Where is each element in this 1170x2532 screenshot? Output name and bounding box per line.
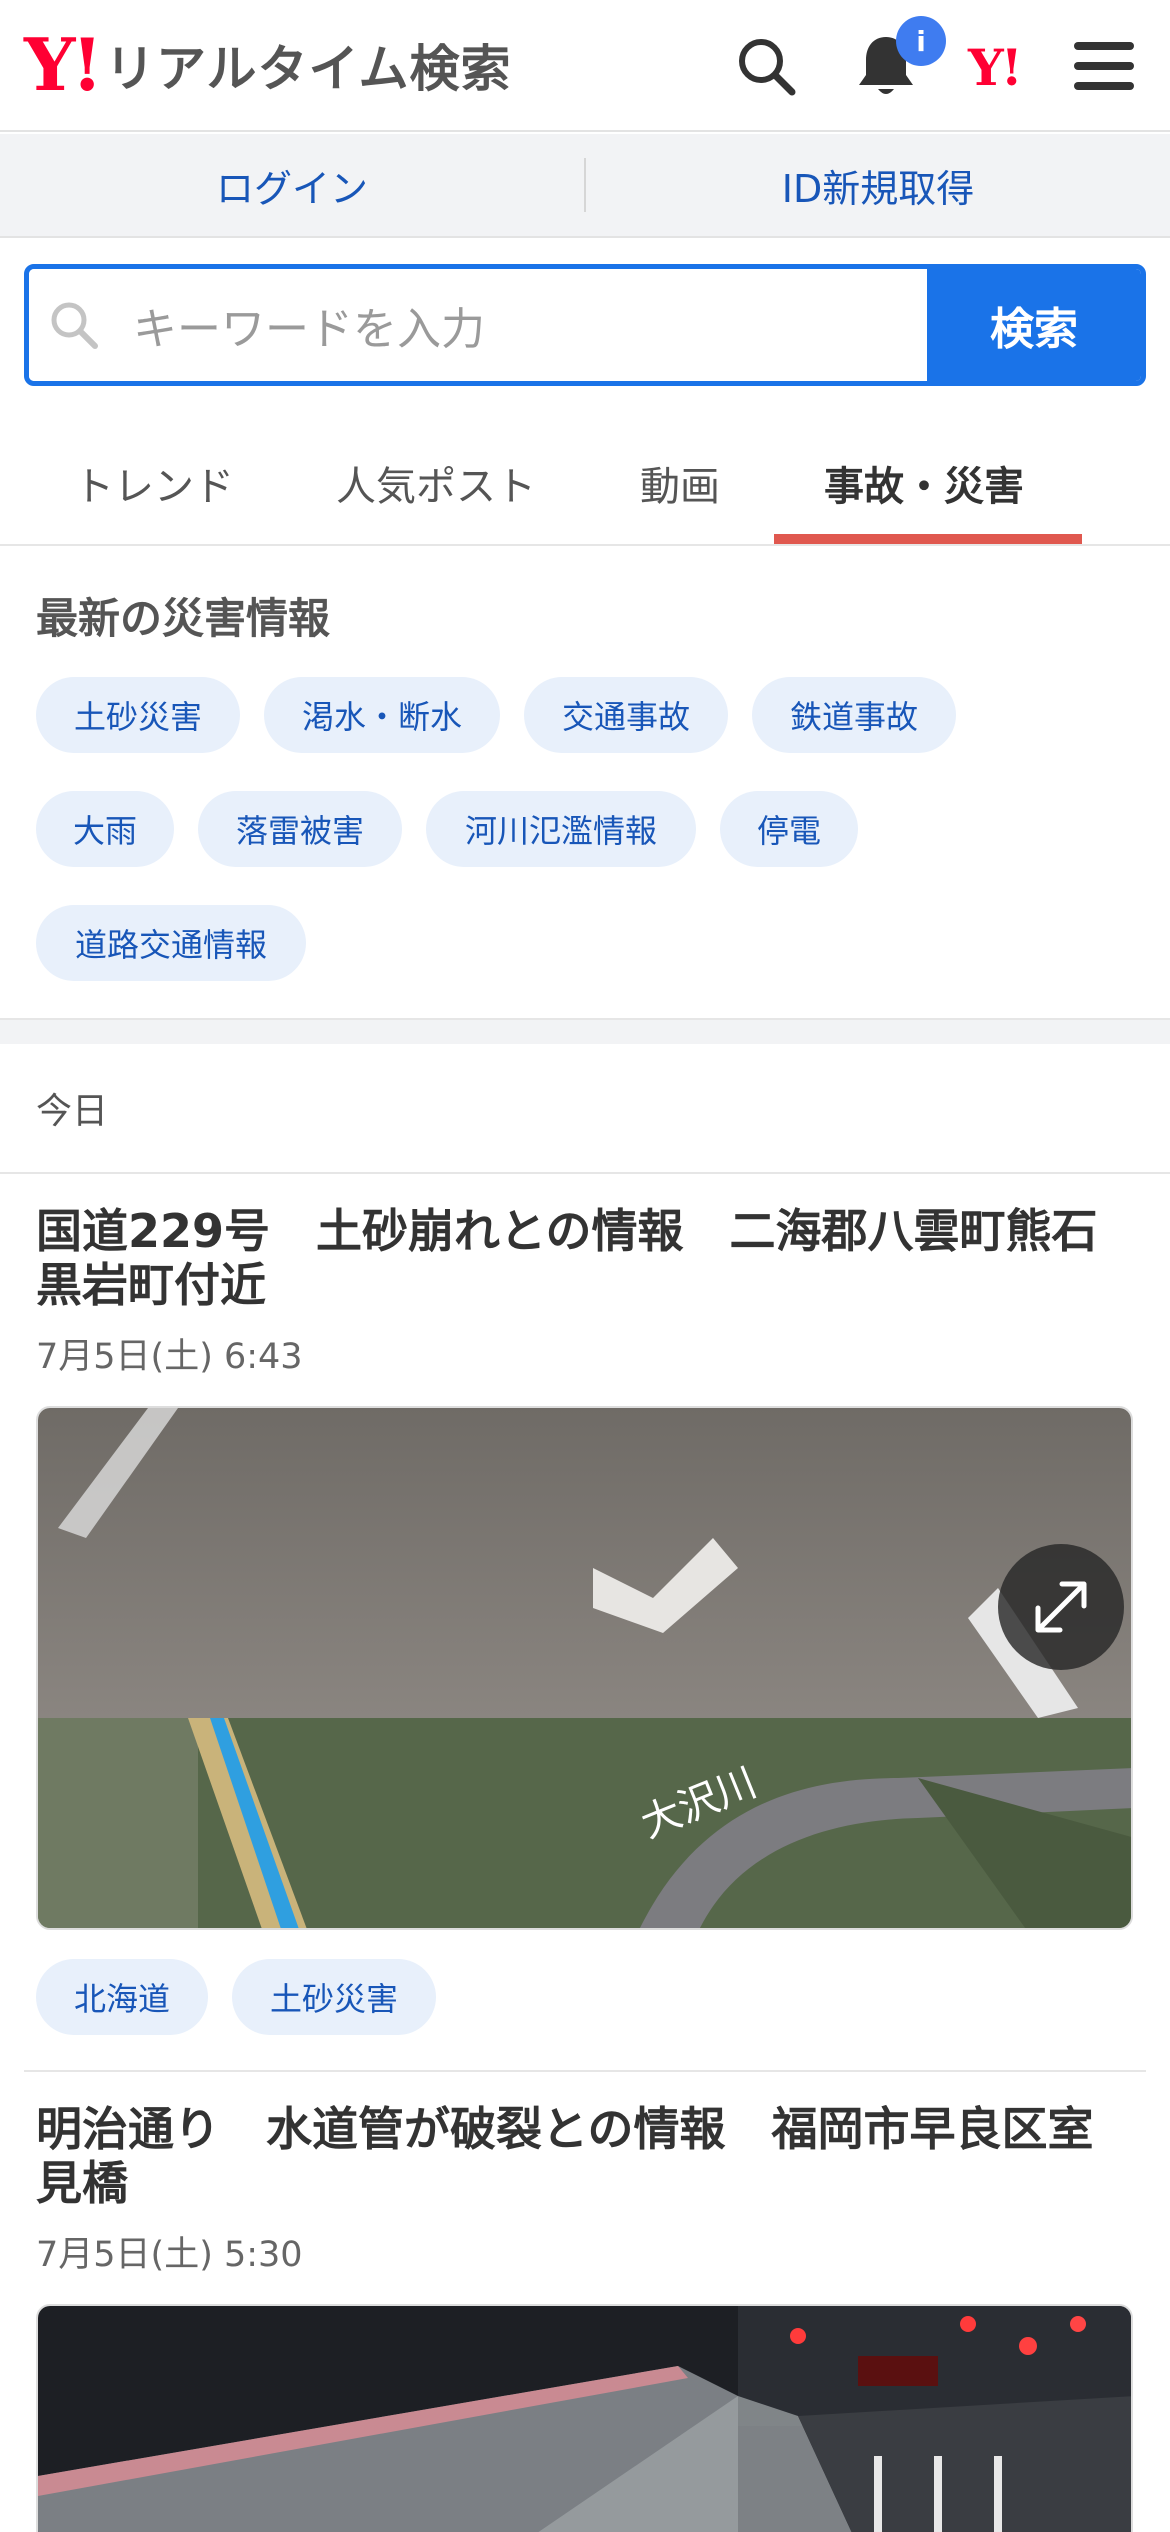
chip-power-outage[interactable]: 停電 — [720, 791, 858, 867]
article-image[interactable] — [36, 2304, 1133, 2532]
yahoo-realtime-logo[interactable]: Y! リアルタイム検索 — [24, 22, 512, 107]
tab-trend[interactable]: トレンド — [74, 420, 234, 546]
search-icon[interactable] — [730, 30, 802, 102]
tab-accident-disaster[interactable]: 事故・災害 — [824, 420, 1024, 546]
article-time: 7月5日(土) 5:30 — [36, 2235, 303, 2275]
hamburger-menu-icon[interactable] — [1068, 30, 1140, 102]
section-separator — [0, 1018, 1170, 1044]
notification-badge: i — [896, 16, 946, 66]
expand-icon[interactable] — [998, 1544, 1124, 1670]
chip-lightning[interactable]: 落雷被害 — [198, 791, 402, 867]
article-title[interactable]: 国道229号 土砂崩れとの情報 二海郡八雲町熊石黒岩町付近 — [36, 1204, 1136, 1312]
login-link[interactable]: ログイン — [0, 158, 584, 213]
disaster-section-title: 最新の災害情報 — [36, 594, 331, 643]
search-input[interactable]: キーワードを入力 — [29, 269, 927, 381]
article-time: 7月5日(土) 6:43 — [36, 1337, 303, 1377]
register-link[interactable]: ID新規取得 — [586, 158, 1170, 213]
login-bar: ログイン ID新規取得 — [0, 134, 1170, 238]
night-street-image — [38, 2306, 1131, 2532]
search-form: キーワードを入力 検索 — [24, 264, 1146, 386]
yahoo-logo-mark: Y! — [24, 22, 103, 107]
search-placeholder: キーワードを入力 — [133, 304, 485, 355]
tab-video[interactable]: 動画 — [640, 420, 720, 546]
chip-traffic-accident[interactable]: 交通事故 — [524, 677, 728, 753]
tag-landslide[interactable]: 土砂災害 — [232, 1959, 436, 2035]
chip-landslide[interactable]: 土砂災害 — [36, 677, 240, 753]
search-field-icon — [29, 298, 119, 352]
app-header: Y! リアルタイム検索 i Y! — [0, 0, 1170, 132]
article-image[interactable]: 大沢川 — [36, 1406, 1133, 1930]
street-view-image: 大沢川 — [38, 1408, 1131, 1928]
divider — [0, 1172, 1170, 1174]
chip-heavy-rain[interactable]: 大雨 — [36, 791, 174, 867]
chip-road-traffic[interactable]: 道路交通情報 — [36, 905, 306, 981]
chip-river-flood[interactable]: 河川氾濫情報 — [426, 791, 696, 867]
chip-drought[interactable]: 渇水・断水 — [264, 677, 500, 753]
active-tab-indicator — [774, 534, 1082, 544]
search-button[interactable]: 検索 — [927, 269, 1141, 381]
logo-title: リアルタイム検索 — [105, 40, 512, 98]
divider — [24, 2070, 1146, 2072]
chip-railway-accident[interactable]: 鉄道事故 — [752, 677, 956, 753]
tab-popular-posts[interactable]: 人気ポスト — [336, 420, 536, 546]
article-title[interactable]: 明治通り 水道管が破裂との情報 福岡市早良区室見橋 — [36, 2102, 1136, 2210]
date-heading: 今日 — [36, 1091, 109, 1132]
tag-hokkaido[interactable]: 北海道 — [36, 1959, 208, 2035]
yahoo-japan-icon[interactable]: Y! — [968, 38, 1023, 97]
category-tabs: トレンド 人気ポスト 動画 事故・災害 — [0, 420, 1170, 546]
